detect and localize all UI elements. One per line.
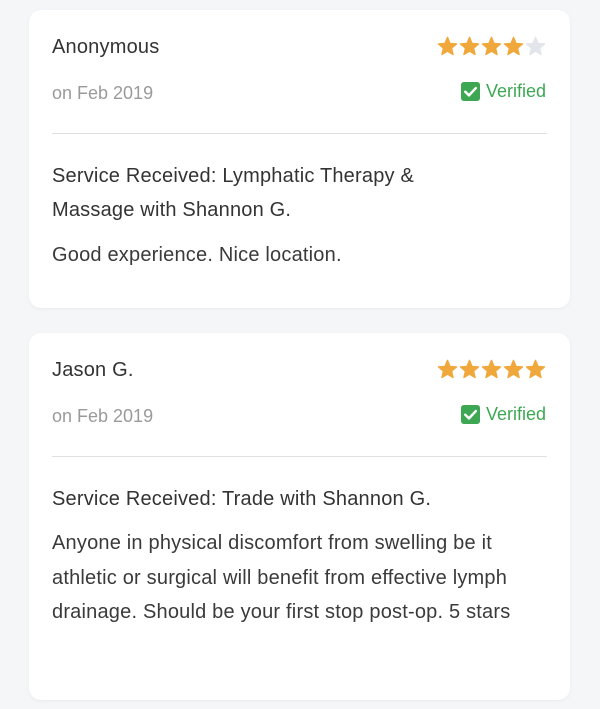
review-card: Jason G. on Feb 2019 Verified Service Re…	[29, 333, 570, 700]
star-filled-icon	[481, 359, 502, 379]
star-filled-icon	[503, 359, 524, 379]
verified-label: Verified	[485, 81, 546, 101]
star-filled-icon	[459, 359, 480, 379]
star-filled-icon	[503, 36, 524, 56]
star-filled-icon	[481, 36, 502, 56]
divider	[52, 456, 547, 457]
verified-badge: Verified	[460, 81, 546, 102]
checkbox-checked-icon	[460, 82, 480, 101]
reviewer-name: Jason G.	[52, 359, 134, 381]
star-rating	[437, 36, 546, 57]
star-empty-icon	[525, 36, 546, 56]
star-filled-icon	[525, 359, 546, 379]
review-card: Anonymous on Feb 2019 Verified Service R…	[29, 10, 570, 308]
star-filled-icon	[437, 359, 458, 379]
divider	[52, 133, 547, 134]
review-date: on Feb 2019	[52, 83, 154, 103]
verified-badge: Verified	[460, 404, 546, 425]
star-filled-icon	[437, 36, 458, 56]
checkbox-checked-icon	[460, 405, 480, 424]
verified-label: Verified	[485, 404, 546, 424]
review-comment: Good experience. Nice location.	[52, 244, 342, 266]
star-filled-icon	[459, 36, 480, 56]
reviewer-name: Anonymous	[52, 36, 160, 58]
review-date: on Feb 2019	[52, 406, 154, 426]
service-received: Service Received: Trade with Shannon G.	[52, 488, 432, 510]
star-rating	[437, 359, 546, 380]
service-received: Service Received: Lymphatic Therapy & Ma…	[52, 165, 415, 221]
review-comment: Anyone in physical discomfort from swell…	[52, 532, 511, 623]
